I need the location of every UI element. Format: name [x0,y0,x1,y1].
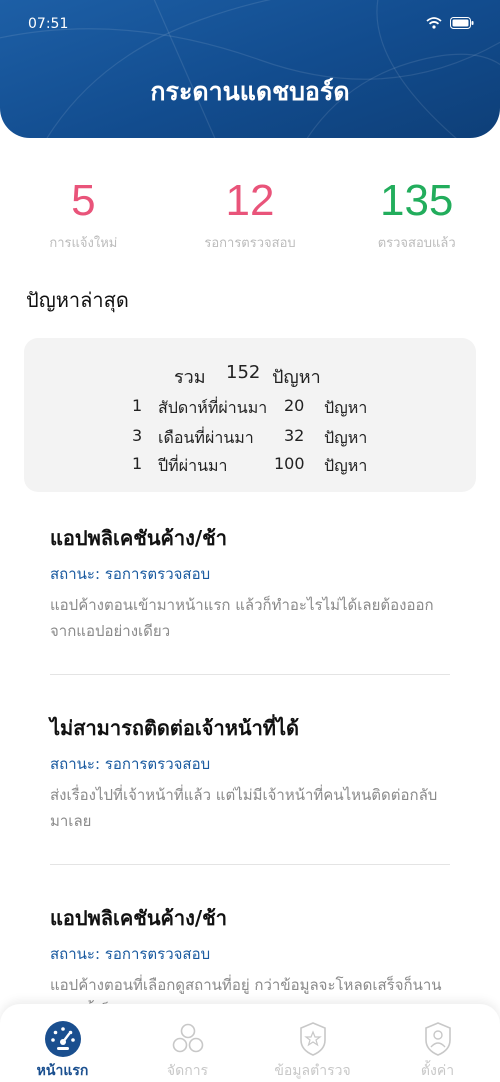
stat-label: รอการตรวจสอบ [204,236,296,251]
stat-label: การแจ้งใหม่ [49,236,118,251]
issue-status: สถานะ: รอการตรวจสอบ [50,945,211,963]
summary-total-label: รวม [174,367,206,388]
summary-period: สัปดาห์ที่ผ่านมา [158,398,268,417]
user-badge-icon [424,1022,451,1056]
stat-pending-review[interactable]: 12 รอการตรวจสอบ [167,176,334,253]
issue-card[interactable]: ไม่สามารถติดต่อเจ้าหน้าที่ได้ สถานะ: รอก… [50,712,450,834]
summary-count: 1 [132,396,143,415]
header-pattern [0,0,500,138]
page-title: กระดานแดชบอร์ด [150,77,350,106]
stat-value: 12 [225,176,275,225]
issue-card[interactable]: แอปพลิเคชันค้าง/ช้า สถานะ: รอการตรวจสอบ … [50,522,450,644]
divider [50,674,450,675]
tab-settings[interactable]: ตั้งค่า [375,1004,500,1082]
summary-total-unit: ปัญหา [272,367,321,388]
bottom-tab-bar: หน้าแรก จัดการ ข้อมูลตำรวจ ตั้งค่า [0,1004,500,1082]
issue-title: แอปพลิเคชันค้าง/ช้า [50,906,227,930]
stats-row: 5 การแจ้งใหม่ 12 รอการตรวจสอบ 135 ตรวจสอ… [0,176,500,253]
battery-icon [450,17,474,29]
status-time: 07:51 [28,16,69,32]
summary-total-value: 152 [226,362,261,383]
summary-value: 100 [274,454,305,473]
summary-period: ปีที่ผ่านมา [158,456,228,475]
header: 07:51 กระดานแดชบอร์ด [0,0,500,138]
stat-reviewed[interactable]: 135 ตรวจสอบแล้ว [333,176,500,253]
summary-value: 20 [284,396,305,415]
summary-value: 32 [284,426,305,445]
divider [50,864,450,865]
section-title: ปัญหาล่าสุด [26,288,129,312]
tab-label: ข้อมูลตำรวจ [274,1063,351,1079]
issue-description: ส่งเรื่องไปที่เจ้าหน้าที่แล้ว แต่ไม่มีเจ… [50,786,438,830]
tab-home[interactable]: หน้าแรก [0,1004,125,1082]
stat-value: 135 [379,176,454,225]
tab-police-info[interactable]: ข้อมูลตำรวจ [250,1004,375,1082]
issue-status: สถานะ: รอการตรวจสอบ [50,755,211,773]
status-icons [426,17,474,29]
tab-label: หน้าแรก [36,1063,89,1079]
issue-title: ไม่สามารถติดต่อเจ้าหน้าที่ได้ [50,716,300,740]
wifi-icon [426,17,442,29]
summary-unit: ปัญหา [324,456,368,475]
circles-icon [172,1023,203,1053]
summary-count: 1 [132,454,143,473]
issue-title: แอปพลิเคชันค้าง/ช้า [50,526,227,550]
summary-period: เดือนที่ผ่านมา [158,428,254,447]
police-badge-icon [299,1022,326,1056]
summary-unit: ปัญหา [324,398,368,417]
stat-value: 5 [71,176,96,225]
summary-unit: ปัญหา [324,428,368,447]
stat-label: ตรวจสอบแล้ว [377,236,456,251]
summary-card: รวม 152 ปัญหา 1 สัปดาห์ที่ผ่านมา 20 ปัญห… [24,338,476,492]
stat-new-reports[interactable]: 5 การแจ้งใหม่ [0,176,167,253]
tab-label: จัดการ [166,1063,209,1079]
summary-count: 3 [132,426,143,445]
tab-label: ตั้งค่า [420,1063,455,1079]
dashboard-gauge-icon [44,1021,81,1057]
issue-description: แอปค้างตอนเข้ามาหน้าแรก แล้วก็ทำอะไรไม่ไ… [50,596,434,640]
issue-status: สถานะ: รอการตรวจสอบ [50,565,211,583]
tab-manage[interactable]: จัดการ [125,1004,250,1082]
